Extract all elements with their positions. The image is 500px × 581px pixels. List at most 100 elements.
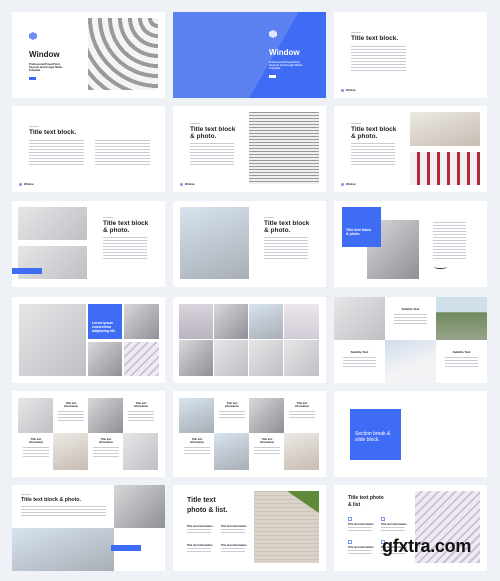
slide-title: Title text block & photo. xyxy=(351,126,397,140)
slide-title: Title text block & photo. xyxy=(21,497,81,503)
body-text-right xyxy=(95,140,150,166)
gallery-photo xyxy=(284,304,319,339)
cube-logo-icon xyxy=(269,30,277,38)
slide-section-break[interactable]: Section break & slide block. xyxy=(334,391,487,477)
logo-icon xyxy=(180,183,183,186)
footer-label: Window xyxy=(346,89,356,92)
list-item-title: Title text information xyxy=(381,523,407,526)
list-item-title: Title text information xyxy=(187,525,213,528)
body-text-left xyxy=(29,140,84,166)
list-icon xyxy=(348,517,352,521)
body-text xyxy=(219,411,245,420)
info-title: Title text information xyxy=(28,438,44,444)
slide-photo-gallery[interactable] xyxy=(173,297,326,383)
lorem-text: Lorem ipsum consectetur adipiscing elit. xyxy=(92,321,116,333)
slide-photo-list-2[interactable]: Title text photo & list Title text infor… xyxy=(334,485,487,571)
cover-title: Window xyxy=(29,50,60,59)
gallery-photo xyxy=(284,340,319,376)
footer-label: Window xyxy=(24,183,34,186)
subtitle-2: Subtitle Text xyxy=(350,350,369,354)
body-text xyxy=(221,529,245,534)
body-text xyxy=(23,447,49,458)
kicker xyxy=(190,123,200,124)
body-text xyxy=(58,411,84,422)
kicker xyxy=(351,123,361,124)
body-text xyxy=(445,357,478,368)
slide-lorem-grid[interactable]: Lorem ipsum consectetur adipiscing elit. xyxy=(12,297,165,383)
list-item-title: Title text information xyxy=(221,525,247,528)
body-text xyxy=(433,222,466,260)
slide-title: Title text block & photo. xyxy=(346,228,372,236)
body-text xyxy=(351,143,395,167)
cover-title: Window xyxy=(269,48,300,57)
interior-photo xyxy=(18,207,87,240)
office-photo xyxy=(249,398,284,433)
cube-logo-icon xyxy=(29,32,37,40)
gallery-photo xyxy=(214,304,248,339)
building-photo xyxy=(179,398,214,433)
body-text xyxy=(348,527,372,532)
body-text xyxy=(381,527,405,532)
slide-title: Title text photo & list. xyxy=(187,497,228,514)
cover-subtitle: Professional PowerPoint, Keynote and Goo… xyxy=(269,61,303,71)
slide-title: Title text block & photo. xyxy=(264,220,310,234)
slide-title-photo-4[interactable]: Title text block & photo. xyxy=(173,201,326,287)
slide-title-photo-1[interactable]: Title text block & photo. Window xyxy=(173,106,326,192)
tree-photo xyxy=(53,433,88,470)
kicker xyxy=(103,217,113,218)
architecture-photo xyxy=(180,207,249,279)
slide-info-grid-2[interactable]: Title text information Title text inform… xyxy=(173,391,326,477)
slide-title-photo-3[interactable]: Title text block & photo. xyxy=(12,201,165,287)
plants-photo xyxy=(18,246,87,279)
kicker xyxy=(351,32,361,33)
list-item-title: Title text information xyxy=(348,546,374,549)
footer: Window xyxy=(19,183,34,186)
body-text xyxy=(21,506,106,518)
cta-button[interactable] xyxy=(111,545,141,551)
body-text xyxy=(348,550,372,555)
tower-photo xyxy=(88,342,122,376)
list-icon xyxy=(381,517,385,521)
slide-info-grid-1[interactable]: Title text information Title text inform… xyxy=(12,391,165,477)
cover-button[interactable] xyxy=(269,75,276,78)
body-text xyxy=(289,411,315,420)
slide-wide-title[interactable]: Title text block & photo. xyxy=(12,485,165,571)
logo-icon xyxy=(19,183,22,186)
slide-title-photo-5[interactable]: Title text block & photo. xyxy=(334,201,487,287)
info-title: Title text information xyxy=(98,438,114,444)
desk-photo xyxy=(214,433,249,470)
slide-subtitle-grid[interactable]: Subtitle Text Subtitle Text Subtitle Tex… xyxy=(334,297,487,383)
slide-cover-blue[interactable]: Window Professional PowerPoint, Keynote … xyxy=(173,12,326,98)
slide-title: Title text block & photo. xyxy=(190,126,236,140)
slide-title-block-2[interactable]: Title text block. Window xyxy=(12,106,165,192)
plants-photo xyxy=(123,433,158,470)
slide-cover-light[interactable]: Window Professional PowerPoint, Keynote … xyxy=(12,12,165,98)
slide-photo-list-1[interactable]: Title text photo & list. Title text info… xyxy=(173,485,326,571)
tower-photo xyxy=(114,485,165,528)
body-text xyxy=(343,357,376,368)
cover-button[interactable] xyxy=(29,77,36,80)
slide-title: Title text block & photo. xyxy=(103,220,149,234)
gallery-photo xyxy=(179,340,213,376)
building-photo xyxy=(124,304,159,339)
body-text xyxy=(187,548,211,553)
slide-title-photo-2[interactable]: Title text block & photo. Window xyxy=(334,106,487,192)
green-building-photo xyxy=(436,297,487,340)
title-box xyxy=(342,207,381,247)
slide-title: Title text block. xyxy=(351,35,399,42)
body-text xyxy=(221,548,245,553)
gallery-photo xyxy=(179,304,213,339)
architecture-photo xyxy=(12,528,114,571)
slide-title-block-1[interactable]: Title text block. Window xyxy=(334,12,487,98)
laptop-photo xyxy=(88,398,123,433)
info-title: Title text information xyxy=(294,402,310,408)
footer: Window xyxy=(341,183,356,186)
body-text xyxy=(351,46,406,72)
footer-label: Window xyxy=(346,183,356,186)
body-text xyxy=(187,529,211,534)
red-facade-photo xyxy=(410,152,480,185)
cactus-photo xyxy=(410,112,480,146)
kicker xyxy=(29,126,39,127)
signature xyxy=(434,265,447,269)
gallery-photo xyxy=(214,340,248,376)
